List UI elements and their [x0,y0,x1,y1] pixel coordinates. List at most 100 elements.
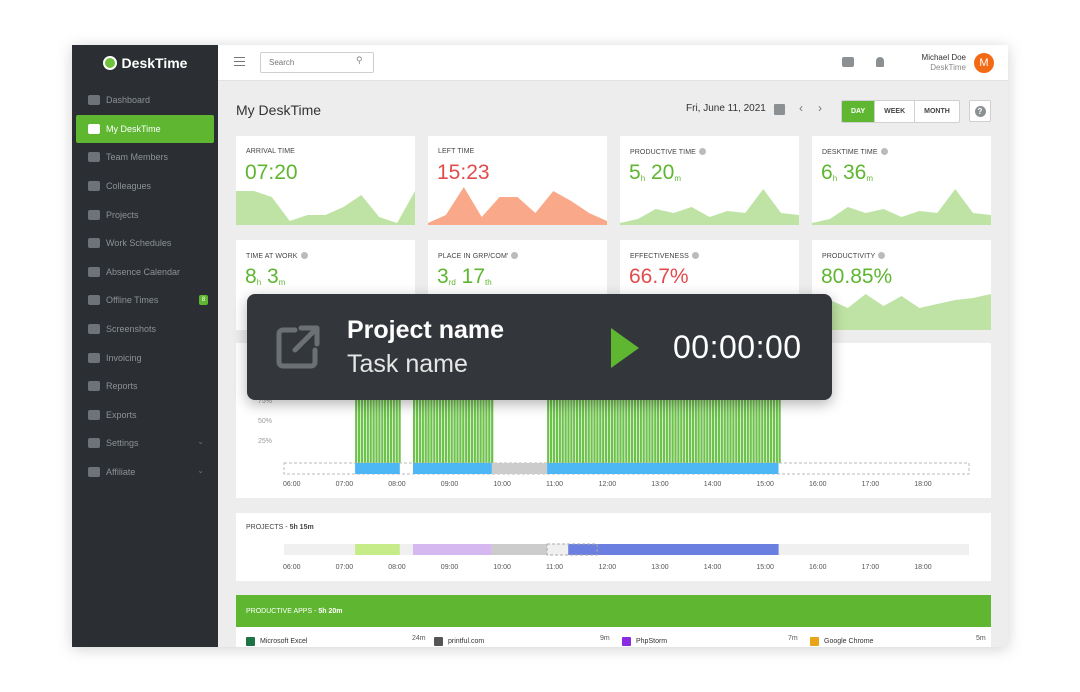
chat-icon[interactable] [842,57,854,67]
avatar[interactable]: M [974,53,994,73]
info-icon[interactable] [511,252,518,259]
app-item[interactable]: printful.com [434,635,484,647]
timeline-segment[interactable] [355,463,400,474]
x-tick-label: 07:00 [336,564,354,571]
x-tick-label: 17:00 [862,564,880,571]
sparkline-area [428,187,607,225]
card-sparkline [620,185,799,225]
external-link-icon[interactable] [273,322,323,372]
app-item[interactable]: PhpStorm [622,635,667,647]
info-icon[interactable] [692,252,699,259]
info-icon[interactable] [881,148,888,155]
app-name: Google Chrome [824,638,873,645]
project-segment[interactable] [413,544,492,555]
previous-day-button[interactable]: ‹ [799,101,803,115]
search-icon[interactable]: ⚲ [356,55,363,66]
activity-bar [427,399,429,464]
info-icon[interactable] [301,252,308,259]
activity-bar [706,399,708,463]
monitor-icon [88,124,100,134]
sidebar-item-offline-times[interactable]: Offline Times8 [72,286,218,315]
card-value-unit: h [257,278,261,287]
card-value-main-2: 3 [267,265,279,288]
card-sparkline [428,185,607,225]
sidebar-item-reports[interactable]: Reports [72,372,218,401]
app-name: Microsoft Excel [260,638,307,645]
help-button[interactable]: ? [969,100,991,122]
period-day-button[interactable]: DAY [842,101,874,122]
export-icon [88,410,100,420]
project-segment[interactable] [492,544,547,555]
card-value-wrap: 8h 3m [245,265,285,289]
chevron-down-icon[interactable]: ⌄ [197,466,204,475]
x-tick-label: 07:00 [336,481,354,488]
sidebar-item-screenshots[interactable]: Screenshots [72,315,218,344]
period-switcher: DAYWEEKMONTH [841,100,960,123]
menu-icon[interactable] [234,57,245,66]
stat-card-arrival-time[interactable]: ARRIVAL TIME07:20 [236,136,415,225]
activity-bar [663,399,665,463]
card-value-wrap: 15:23 [437,161,490,185]
calendar-icon[interactable] [774,104,785,115]
stat-card-productive-time[interactable]: PRODUCTIVE TIME5h 20m [620,136,799,225]
activity-bar [591,394,593,463]
timeline-segment[interactable] [413,463,492,474]
sidebar-item-colleagues[interactable]: Colleagues [72,172,218,201]
sidebar-item-exports[interactable]: Exports [72,401,218,430]
app-icon [434,637,443,646]
app-item[interactable]: Google Chrome [810,635,873,647]
project-segment[interactable] [355,544,400,555]
activity-bar [698,394,700,463]
info-icon[interactable] [699,148,706,155]
stat-card-left-time[interactable]: LEFT TIME 15:23 [428,136,607,225]
sidebar-item-affiliate[interactable]: Affiliate⌄ [72,458,218,487]
activity-bar [695,399,697,463]
sidebar-item-invoicing[interactable]: Invoicing [72,343,218,372]
activity-bar [485,390,487,463]
activity-bar [646,389,648,463]
people-icon [88,152,100,162]
info-icon[interactable] [878,252,885,259]
period-week-button[interactable]: WEEK [874,101,914,122]
sidebar-item-label: Work Schedules [106,238,171,248]
activity-bar [565,394,567,463]
timeline-segment[interactable] [492,463,547,474]
chevron-down-icon[interactable]: ⌄ [197,437,204,446]
card-label-text: LEFT TIME [438,148,474,155]
next-day-button[interactable]: › [818,101,822,115]
app-icon [810,637,819,646]
activity-bar [553,391,555,463]
sidebar-item-work-schedules[interactable]: Work Schedules [72,229,218,258]
card-label: PRODUCTIVITY [822,252,885,260]
bell-icon[interactable] [876,57,884,67]
card-sparkline [236,185,415,225]
project-segment[interactable] [568,544,778,555]
activity-bar [709,391,711,463]
sidebar-item-absence-calendar[interactable]: Absence Calendar [72,258,218,287]
logo[interactable]: DeskTime [72,45,218,81]
card-label-text: DESKTIME TIME [822,149,878,156]
x-tick-label: 08:00 [388,564,406,571]
paper-plane-icon [88,467,100,477]
activity-bar [425,390,427,463]
activity-bar [399,391,401,463]
stat-card-productivity[interactable]: PRODUCTIVITY80.85% [812,240,991,330]
activity-bar [617,389,619,463]
timeline-segment[interactable] [547,463,778,474]
app-item[interactable]: Microsoft Excel [246,635,307,647]
sidebar-item-team-members[interactable]: Team Members [72,143,218,172]
sidebar-item-my-desktime[interactable]: My DeskTime [76,115,214,144]
productive-apps-header[interactable]: PRODUCTIVE APPS - 5h 20m [236,595,991,627]
sidebar-item-dashboard[interactable]: Dashboard [72,86,218,115]
app-name: PhpStorm [636,638,667,645]
invoice-icon [88,353,100,363]
period-month-button[interactable]: MONTH [914,101,959,122]
activity-bar [373,397,375,463]
card-sparkline [812,290,991,330]
user-info[interactable]: Michael Doe DeskTime [922,53,966,73]
stat-card-desktime-time[interactable]: DESKTIME TIME6h 36m [812,136,991,225]
activity-bar [451,398,453,463]
sidebar-item-projects[interactable]: Projects [72,200,218,229]
play-icon[interactable] [611,328,639,368]
sidebar-item-settings[interactable]: Settings⌄ [72,429,218,458]
